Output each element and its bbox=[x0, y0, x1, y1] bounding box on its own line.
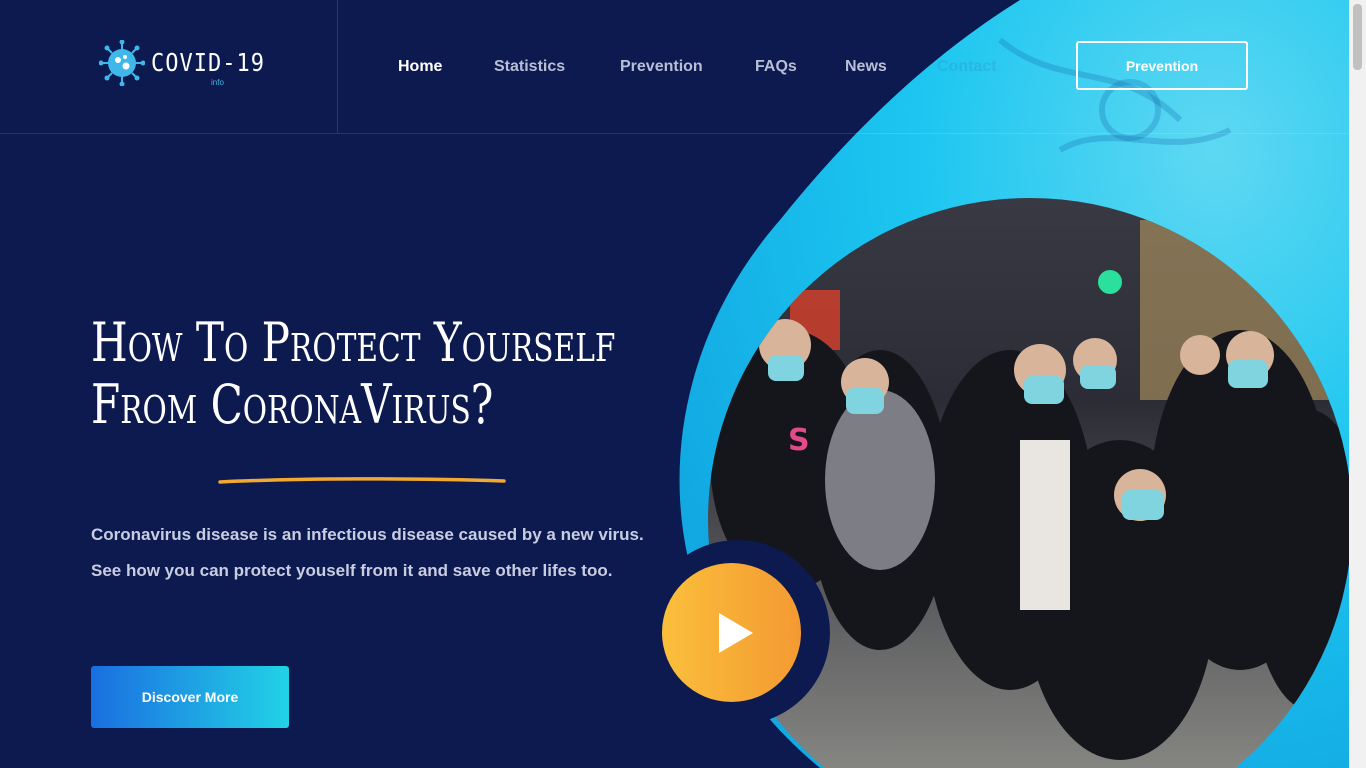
hero-title-prefix: From bbox=[91, 373, 211, 436]
hero-description: Coronavirus disease is an infectious dis… bbox=[91, 525, 644, 580]
page-scrollbar[interactable] bbox=[1349, 0, 1366, 768]
virus-icon bbox=[99, 40, 145, 86]
nav-contact[interactable]: Contact bbox=[937, 58, 997, 76]
play-icon bbox=[718, 612, 753, 653]
nav-prevention[interactable]: Prevention bbox=[620, 58, 703, 76]
nav-statistics[interactable]: Statistics bbox=[494, 58, 565, 76]
header-bottom-border bbox=[0, 133, 1349, 134]
prevention-button[interactable]: Prevention bbox=[1076, 41, 1248, 90]
logo-text: COVID-19 bbox=[151, 48, 265, 78]
hero-title-highlight: CoronaVirus? bbox=[210, 373, 494, 436]
discover-more-button[interactable]: Discover More bbox=[91, 666, 289, 728]
nav-faqs[interactable]: FAQs bbox=[755, 58, 797, 76]
nav-news[interactable]: News bbox=[845, 58, 887, 76]
svg-text:S: S bbox=[788, 423, 810, 458]
page: S COVID-19 info Home Statistics Preventi… bbox=[0, 0, 1349, 768]
scrollbar-thumb[interactable] bbox=[1353, 4, 1362, 70]
nav-home[interactable]: Home bbox=[398, 58, 442, 76]
logo-subtext: info bbox=[211, 78, 224, 87]
site-logo[interactable]: COVID-19 info bbox=[99, 40, 265, 87]
play-video-button[interactable] bbox=[662, 563, 801, 702]
hero-title-line1: How To Protect Yourself bbox=[91, 311, 616, 374]
hero-title: How To Protect Yourself From CoronaVirus… bbox=[91, 311, 616, 436]
hero-title-line2: From CoronaVirus? bbox=[91, 374, 528, 436]
header-divider bbox=[337, 0, 338, 133]
title-underline bbox=[218, 477, 506, 484]
